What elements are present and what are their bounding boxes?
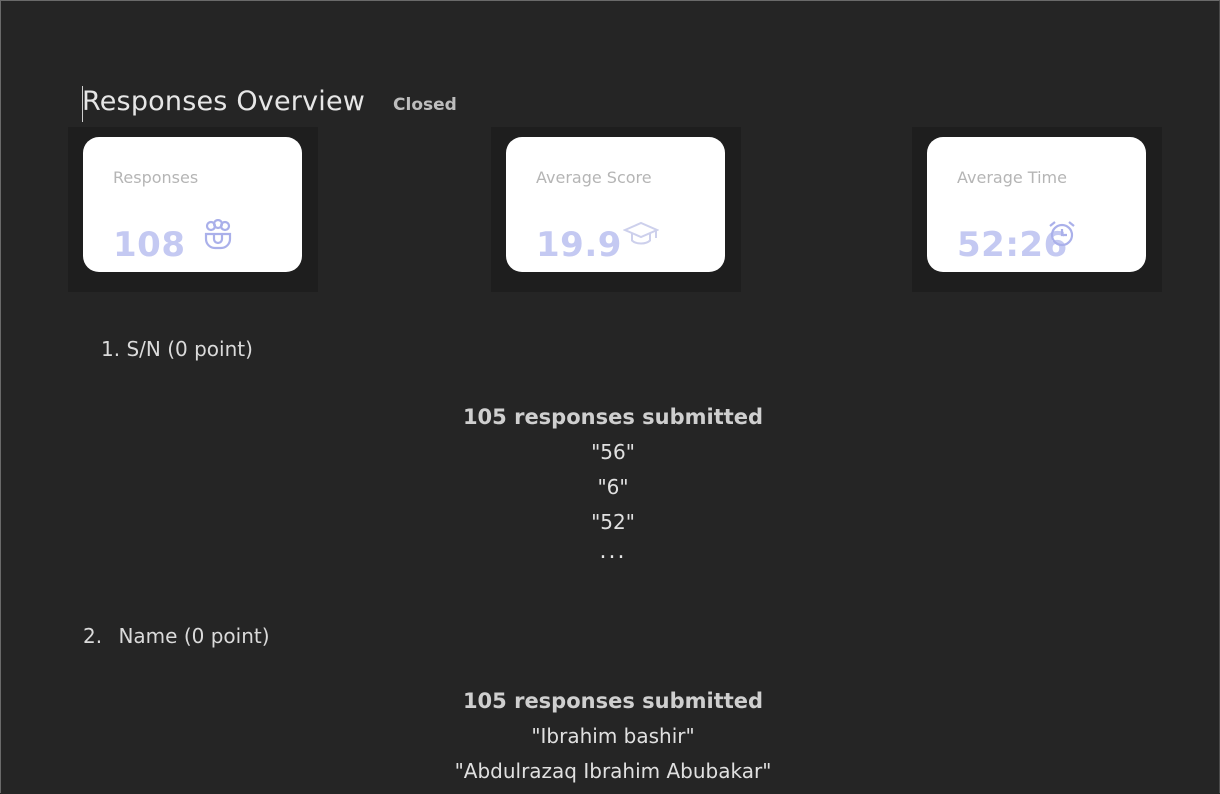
question-label: S/N (0 point) <box>126 337 253 361</box>
response-count: 105 responses submitted <box>462 405 764 429</box>
card-value: 108 <box>113 225 186 265</box>
average-score-card[interactable]: Average Score 19.9 <box>506 137 725 272</box>
graduation-cap-icon <box>622 221 660 253</box>
card-value: 19.9 <box>536 225 622 265</box>
response-item: "Abdulrazaq Ibrahim Abubakar" <box>454 759 772 783</box>
response-item: "52" <box>591 510 635 534</box>
average-time-card[interactable]: Average Time 52:26 <box>927 137 1146 272</box>
card-label: Responses <box>113 168 199 187</box>
response-item: "Ibrahim bashir" <box>531 724 695 748</box>
responses-card[interactable]: Responses 108 <box>83 137 302 272</box>
card-label: Average Score <box>536 168 652 187</box>
question-number: 1. <box>101 337 121 361</box>
question-title: 1. S/N (0 point) <box>101 337 253 361</box>
people-icon <box>201 218 235 255</box>
response-item: "6" <box>597 475 629 499</box>
page-title: Responses Overview <box>82 86 366 117</box>
response-list: 105 responses submitted "56" "6" "52" ..… <box>0 400 1220 570</box>
more-responses-button[interactable]: ... <box>0 540 1220 570</box>
response-list: 105 responses submitted "Ibrahim bashir"… <box>0 684 1220 789</box>
card-label: Average Time <box>957 168 1067 187</box>
status-badge: Closed <box>393 95 457 115</box>
alarm-clock-icon <box>1047 219 1077 253</box>
response-item: "56" <box>591 440 635 464</box>
question-label: Name (0 point) <box>118 624 270 648</box>
question-title: 2. Name (0 point) <box>83 624 270 648</box>
response-count: 105 responses submitted <box>462 689 764 713</box>
question-number: 2. <box>83 624 103 648</box>
window-frame <box>0 0 1220 793</box>
page-header: Responses Overview Closed <box>82 86 457 117</box>
